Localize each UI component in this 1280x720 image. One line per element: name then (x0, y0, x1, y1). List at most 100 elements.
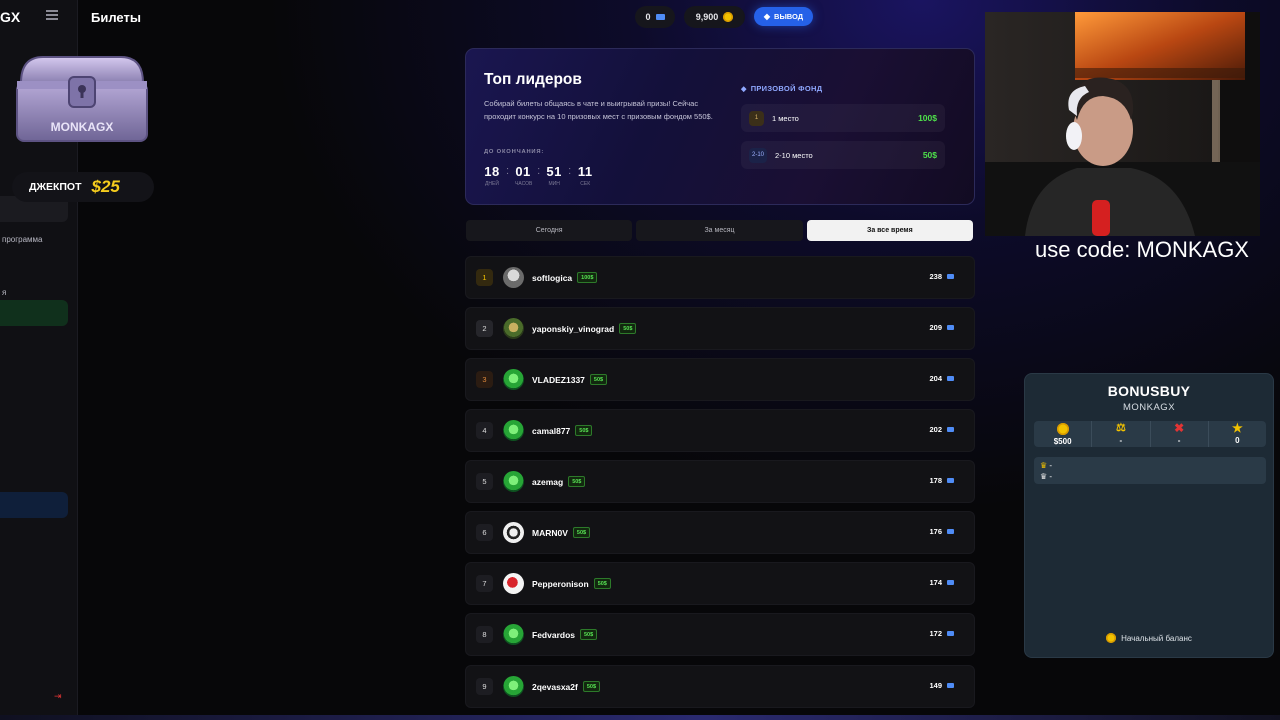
crown-icon: ♛ (1040, 472, 1048, 481)
ticket-score: 238 (929, 272, 954, 281)
ticket-icon (947, 478, 954, 483)
jackpot-banner[interactable]: ДЖЕКПОТ $25 (12, 172, 154, 202)
scales-icon: ⚖ (1115, 422, 1126, 434)
chest-image[interactable]: MONKAGX (13, 53, 151, 145)
sidebar-item-active-green[interactable] (0, 300, 68, 326)
balance-value: 9,900 (695, 12, 719, 22)
countdown-seconds: 11 СЕК (577, 164, 593, 187)
logo[interactable]: GX (0, 9, 20, 25)
promo-code-text: use code: MONKAGX (1035, 237, 1249, 262)
bonusbuy-widget: BONUSBUY MONKAGX $500 ⚖ - ✖ - ★ 0 ♛ - ♛ … (1024, 373, 1274, 658)
prize-fund-label: ПРИЗОВОЙ ФОНД (750, 84, 823, 93)
table-row[interactable]: 6 MARN0V 50$ 176 (465, 511, 975, 554)
tickets-value: 0 (645, 12, 651, 22)
tab-all-time[interactable]: За все время (806, 220, 973, 241)
ticket-icon (947, 274, 954, 279)
tab-month[interactable]: За месяц (636, 220, 803, 241)
table-row[interactable]: 1 softlogica 100$ 238 (465, 256, 975, 299)
sidebar-item-label[interactable]: я (2, 288, 6, 297)
bonusbuy-footer: Начальный баланс (1025, 633, 1273, 643)
prize-badge: 50$ (582, 681, 601, 692)
cross-icon: ✖ (1174, 421, 1185, 435)
avatar (503, 573, 524, 594)
balance-counter: 9,900 (684, 6, 745, 28)
prize-row: 2-10 2-10 место 50$ (741, 141, 945, 169)
jackpot-label: ДЖЕКПОТ (29, 181, 82, 193)
rank-badge: 9 (476, 678, 493, 695)
avatar (503, 522, 524, 543)
ticket-score: 174 (929, 578, 954, 587)
table-row[interactable]: 9 2qevasxa2f 50$ 149 (465, 665, 975, 708)
prize-badge: 50$ (589, 374, 608, 385)
table-row[interactable]: 8 Fedvardos 50$ 172 (465, 613, 975, 656)
countdown-timer: 18 ДНЕЙ : 01 ЧАСОВ : 51 МИН : 11 СЕК (484, 164, 593, 187)
prize-place: 1 место (772, 113, 799, 123)
bonusbuy-stats: $500 ⚖ - ✖ - ★ 0 (1034, 421, 1266, 447)
prize-badge: 100$ (577, 272, 598, 283)
page-title: Билеты (91, 10, 141, 25)
prize-badge: 50$ (619, 323, 637, 334)
hamburger-menu-icon[interactable] (46, 10, 58, 20)
prize-fund-heading: ◆ ПРИЗОВОЙ ФОНД (741, 84, 822, 93)
ticket-icon (655, 14, 665, 20)
sidebar-item-active-blue[interactable] (0, 492, 68, 518)
username: camal877 (532, 425, 571, 436)
username: MARN0V (532, 527, 568, 538)
rank-badge: 8 (476, 626, 493, 643)
avatar (503, 471, 524, 492)
star-icon: ★ (1231, 421, 1243, 435)
ticket-score: 204 (929, 374, 954, 383)
stat-losses: ✖ - (1151, 421, 1209, 447)
sidebar-item-label[interactable]: программа (2, 235, 43, 244)
stat-balance: ⚖ - (1092, 421, 1151, 447)
username: azemag (532, 476, 564, 487)
prize-row: 1 1 место 100$ (741, 104, 945, 132)
table-row[interactable]: 2 yaponskiy_vinograd 50$ 209 (465, 307, 975, 350)
ticket-score: 202 (929, 425, 954, 434)
list-item: ♛ - (1040, 461, 1053, 470)
logout-icon[interactable]: ⇥ (54, 691, 62, 702)
diamond-icon: ◆ (741, 85, 747, 93)
bonusbuy-footer-label: Начальный баланс (1121, 633, 1192, 643)
countdown-hours: 01 ЧАСОВ (515, 164, 533, 187)
table-row[interactable]: 7 Pepperonison 50$ 174 (465, 562, 975, 605)
coin-icon (1106, 633, 1117, 643)
ticket-icon (947, 376, 954, 381)
avatar (503, 420, 524, 441)
bonusbuy-best-list: ♛ - ♛ - (1034, 457, 1266, 484)
crown-icon: ♛ (1040, 461, 1048, 470)
ticket-score: 209 (929, 323, 954, 332)
tickets-counter: 0 (635, 6, 675, 28)
rank-badge: 3 (476, 371, 493, 388)
bottom-divider (0, 715, 1280, 720)
ticket-score: 172 (929, 629, 954, 638)
ticket-icon (947, 325, 954, 330)
table-row[interactable]: 5 azemag 50$ 178 (465, 460, 975, 503)
hero-description: Собирай билеты общаясь в чате и выигрыва… (484, 99, 713, 121)
ticket-score: 149 (929, 681, 954, 690)
tab-today[interactable]: Сегодня (466, 220, 633, 241)
withdraw-button[interactable]: ◆ ВЫВОД (754, 7, 813, 26)
diamond-icon: ◆ (763, 12, 771, 21)
username: yaponskiy_vinograd (532, 323, 615, 334)
prize-badge: 50$ (575, 425, 593, 436)
avatar (503, 369, 524, 390)
prize-amount: 50$ (922, 150, 937, 160)
chest-text: MONKAGX (51, 120, 114, 134)
prize-amount: 100$ (918, 113, 937, 123)
rank-badge: 4 (476, 422, 493, 439)
leaderboard-hero-card: Топ лидеров Собирай билеты общаясь в чат… (465, 48, 975, 205)
username: softlogica (532, 272, 573, 283)
username: Pepperonison (532, 578, 589, 589)
ticket-icon (947, 683, 954, 688)
ticket-icon (947, 427, 954, 432)
rank-badge: 2 (476, 320, 493, 337)
table-row[interactable]: 4 camal877 50$ 202 (465, 409, 975, 452)
table-row[interactable]: 3 VLADEZ1337 50$ 204 (465, 358, 975, 401)
rank-badge: 5 (476, 473, 493, 490)
period-tabs: Сегодня За месяц За все время (466, 220, 973, 241)
avatar (503, 318, 524, 339)
rank-badge: 7 (476, 575, 493, 592)
coin-icon (723, 12, 734, 22)
prize-rank-badge: 2-10 (749, 147, 768, 163)
